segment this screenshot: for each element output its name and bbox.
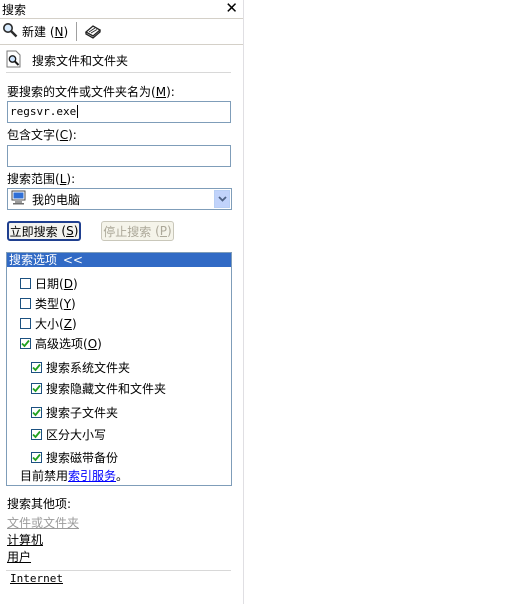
search-files-icon: [6, 50, 22, 71]
date-checkbox[interactable]: [20, 278, 31, 289]
system-folders-label: 搜索系统文件夹: [46, 361, 131, 375]
filename-label: 要搜索的文件或文件夹名为(M):: [7, 85, 175, 99]
search-now-button[interactable]: 立即搜索 (S): [7, 221, 81, 241]
section-heading: 搜索文件和文件夹: [6, 50, 128, 71]
search-pane: 搜索 ✕ 新建 (N) 搜索文件和文件夹 要搜索的文件或文件夹名为(M): re…: [0, 0, 244, 604]
other-divider: [6, 570, 231, 571]
stop-search-key: P: [159, 224, 168, 238]
collapse-chevron-icon: <<: [62, 253, 83, 267]
advanced-label: 高级选项: [35, 337, 84, 351]
option-hidden-files[interactable]: 搜索隐藏文件和文件夹: [31, 380, 166, 397]
filename-input[interactable]: regsvr.exe: [7, 101, 231, 123]
search-options-title: 搜索选项: [9, 253, 58, 267]
type-label: 类型: [35, 297, 60, 311]
tape-backup-label: 搜索磁带备份: [46, 451, 119, 465]
section-heading-text: 搜索文件和文件夹: [32, 54, 129, 68]
text-cursor: [77, 105, 79, 118]
date-label: 日期: [35, 277, 60, 291]
size-label: 大小: [35, 317, 60, 331]
option-size[interactable]: 大小(Z): [20, 315, 77, 332]
my-computer-icon: [11, 190, 28, 208]
type-key: Y: [63, 296, 72, 311]
pane-title: 搜索: [2, 3, 27, 17]
stop-search-label: 停止搜索: [103, 224, 152, 239]
hidden-files-checkbox[interactable]: [31, 383, 42, 394]
look-in-label: 搜索范围(L):: [7, 172, 76, 186]
date-key: D: [63, 276, 73, 291]
internet-link[interactable]: Internet: [10, 572, 63, 585]
heading-divider: [6, 72, 231, 73]
look-in-label-key: L: [59, 172, 67, 186]
subfolders-checkbox[interactable]: [31, 407, 42, 418]
new-search-key: N: [54, 24, 64, 39]
look-in-dropdown[interactable]: 我的电脑: [7, 188, 232, 210]
search-options-panel: 搜索选项 << 日期(D) 类型(Y) 大小(Z) 高级选项(O) 搜索系统文件…: [6, 252, 232, 486]
size-checkbox[interactable]: [20, 318, 31, 329]
close-icon[interactable]: ✕: [225, 0, 238, 17]
option-advanced[interactable]: 高级选项(O): [20, 335, 102, 352]
tape-backup-checkbox[interactable]: [31, 452, 42, 463]
computers-link[interactable]: 计算机: [7, 531, 43, 548]
chevron-down-icon[interactable]: [214, 190, 230, 208]
toolbar: 新建 (N): [0, 19, 243, 45]
toolbar-separator: [76, 22, 77, 41]
advanced-checkbox[interactable]: [20, 338, 31, 349]
new-search-button[interactable]: 新建 (N): [2, 22, 68, 40]
indexing-service-link[interactable]: 索引服务: [68, 467, 116, 484]
look-in-label-text: 搜索范围: [7, 172, 56, 186]
search-other-label: 搜索其他项:: [7, 497, 72, 511]
search-now-label: 立即搜索: [9, 224, 58, 239]
option-type[interactable]: 类型(Y): [20, 295, 76, 312]
case-sensitive-label: 区分大小写: [46, 428, 107, 442]
search-now-key: S: [66, 224, 74, 238]
contains-text-label-text: 包含文字: [7, 128, 56, 142]
hidden-files-label: 搜索隐藏文件和文件夹: [46, 382, 167, 396]
filename-label-key: M: [155, 85, 167, 99]
new-search-label: 新建: [22, 24, 47, 39]
case-sensitive-checkbox[interactable]: [31, 429, 42, 440]
size-key: Z: [63, 316, 72, 331]
magnifier-icon: [2, 22, 18, 41]
indexing-prefix: 目前禁用: [20, 469, 69, 483]
subfolders-label: 搜索子文件夹: [46, 406, 119, 420]
pane-title-bar: 搜索 ✕: [0, 0, 243, 19]
indexing-status: 目前禁用 索引服务。: [20, 467, 128, 484]
filename-input-value: regsvr.exe: [10, 105, 77, 118]
files-folders-link: 文件或文件夹: [7, 516, 80, 530]
people-link[interactable]: 用户: [7, 548, 31, 565]
option-tape-backup[interactable]: 搜索磁带备份: [31, 449, 118, 466]
option-date[interactable]: 日期(D): [20, 275, 78, 292]
stop-search-button: 停止搜索 (P): [101, 221, 174, 241]
search-options-header[interactable]: 搜索选项 <<: [7, 253, 231, 267]
filename-label-text: 要搜索的文件或文件夹名为: [7, 85, 152, 99]
contains-text-label-key: C: [59, 128, 69, 142]
book-icon[interactable]: [84, 22, 102, 43]
indexing-suffix: 。: [116, 469, 129, 483]
contains-text-input[interactable]: [7, 145, 231, 167]
look-in-value: 我的电脑: [32, 192, 81, 207]
system-folders-checkbox[interactable]: [31, 362, 42, 373]
contains-text-label: 包含文字(C):: [7, 128, 77, 142]
option-case-sensitive[interactable]: 区分大小写: [31, 426, 106, 443]
type-checkbox[interactable]: [20, 298, 31, 309]
option-system-folders[interactable]: 搜索系统文件夹: [31, 359, 130, 376]
advanced-key: O: [87, 336, 98, 351]
option-subfolders[interactable]: 搜索子文件夹: [31, 404, 118, 421]
